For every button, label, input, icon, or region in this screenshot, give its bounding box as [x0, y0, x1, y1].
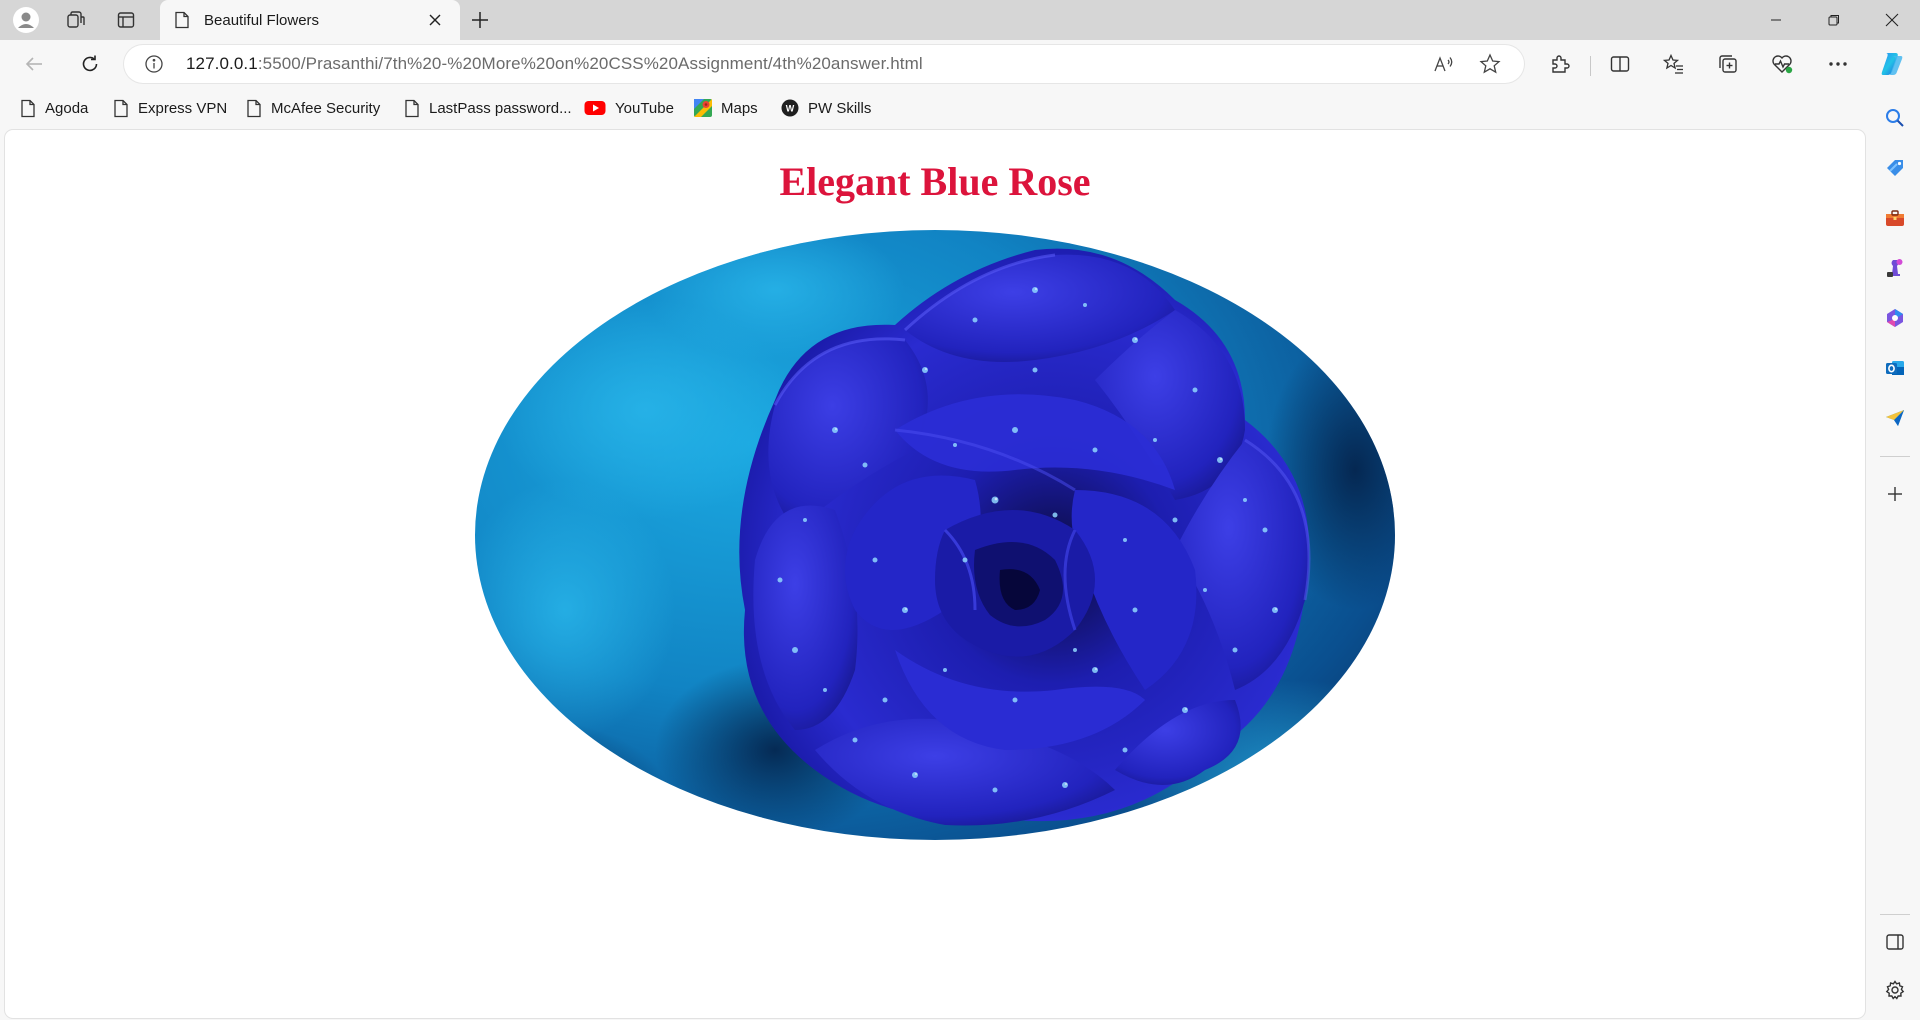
profile-button[interactable] [6, 4, 46, 36]
tab-title: Beautiful Flowers [204, 11, 320, 29]
refresh-button[interactable] [70, 46, 110, 82]
sidebar-panel-icon [1886, 934, 1904, 950]
favorite-pw-skills[interactable]: W PW Skills [781, 94, 871, 122]
favorite-label: YouTube [615, 99, 674, 117]
read-aloud-button[interactable] [1424, 46, 1464, 82]
close-icon [429, 14, 441, 26]
heart-pulse-icon [1772, 55, 1793, 74]
youtube-icon [584, 101, 606, 115]
favorites-bar: Agoda Express VPN McAfee Security LastPa… [0, 88, 1870, 128]
plus-icon [472, 12, 488, 28]
extensions-puzzle-icon [1552, 55, 1570, 73]
copilot-button[interactable] [1872, 46, 1912, 82]
info-icon [145, 55, 163, 73]
favorites-button[interactable] [1654, 46, 1694, 82]
favorite-maps[interactable]: Maps [694, 94, 758, 122]
favorite-label: Maps [721, 99, 758, 117]
tab-actions-icon [117, 12, 135, 28]
sidebar-shopping-button[interactable] [1875, 148, 1915, 188]
star-icon [1479, 53, 1501, 74]
add-favorite-button[interactable] [1470, 46, 1510, 82]
sidebar-add-button[interactable] [1875, 474, 1915, 514]
favorite-express-vpn[interactable]: Express VPN [113, 94, 227, 122]
favorite-mcafee-security[interactable]: McAfee Security [246, 94, 380, 122]
address-bar[interactable]: 127.0.0.1:5500/Prasanthi/7th%20-%20More%… [124, 45, 1524, 83]
favorite-youtube[interactable]: YouTube [584, 94, 674, 122]
workspaces-icon [67, 11, 85, 28]
page-icon [405, 99, 419, 117]
favorite-label: McAfee Security [271, 99, 381, 117]
copilot-icon [1881, 53, 1903, 75]
browser-essentials-button[interactable] [1762, 46, 1802, 82]
page-icon [247, 99, 261, 117]
new-tab-button[interactable] [462, 4, 498, 36]
sidebar-search-button[interactable] [1875, 98, 1915, 138]
shopping-tag-icon [1887, 160, 1903, 176]
blue-rose-image [475, 230, 1395, 840]
blue-rose-illustration [475, 230, 1395, 840]
more-icon [1829, 62, 1847, 66]
toolbar: 127.0.0.1:5500/Prasanthi/7th%20-%20More%… [0, 40, 1920, 88]
page-viewport: Elegant Blue Rose [5, 130, 1865, 1018]
restore-button[interactable] [1806, 0, 1862, 40]
profile-avatar-icon [13, 7, 39, 33]
sidebar-tools-button[interactable] [1875, 198, 1915, 238]
back-button[interactable] [14, 46, 54, 82]
gear-icon [1885, 980, 1905, 1000]
close-icon [1885, 13, 1899, 27]
url-text[interactable]: 127.0.0.1:5500/Prasanthi/7th%20-%20More%… [186, 54, 923, 74]
search-icon [1886, 109, 1904, 127]
favorite-label: Express VPN [138, 99, 228, 117]
refresh-icon [82, 55, 98, 72]
back-arrow-icon [25, 57, 42, 71]
svg-text:W: W [786, 103, 795, 113]
microsoft365-icon [1887, 309, 1903, 327]
sidebar-games-button[interactable] [1875, 248, 1915, 288]
sidebar-send-button[interactable] [1875, 398, 1915, 438]
site-info-button[interactable] [132, 45, 176, 83]
maps-icon [694, 99, 712, 117]
tab-active[interactable]: Beautiful Flowers [160, 0, 460, 40]
collections-button[interactable] [1708, 46, 1748, 82]
sidebar-outlook-button[interactable] [1875, 348, 1915, 388]
extensions-button[interactable] [1540, 46, 1580, 82]
restore-icon [1828, 15, 1839, 26]
page-icon [21, 99, 35, 117]
minimize-icon [1771, 19, 1781, 21]
favorite-lastpass[interactable]: LastPass password... [404, 94, 572, 122]
favorite-label: LastPass password... [429, 99, 572, 117]
vertical-tabs-button[interactable] [106, 4, 146, 36]
sidebar-m365-button[interactable] [1875, 298, 1915, 338]
page-icon [175, 11, 189, 29]
minimize-button[interactable] [1748, 0, 1804, 40]
outlook-icon [1886, 361, 1904, 375]
paper-plane-icon [1886, 410, 1904, 426]
favorite-label: PW Skills [808, 99, 872, 117]
page-title: Elegant Blue Rose [779, 159, 1091, 204]
close-window-button[interactable] [1864, 0, 1920, 40]
split-screen-icon [1610, 56, 1630, 72]
favorite-agoda[interactable]: Agoda [20, 94, 88, 122]
page-icon [114, 99, 128, 117]
toolbox-icon [1886, 210, 1904, 226]
edge-sidebar [1870, 88, 1920, 1020]
chess-piece-icon [1887, 259, 1903, 277]
hide-sidebar-button[interactable] [1875, 922, 1915, 962]
tab-strip: Beautiful Flowers [0, 0, 1920, 40]
url-host: 127.0.0.1 [186, 54, 258, 73]
read-aloud-icon [1434, 56, 1453, 72]
sidebar-settings-button[interactable] [1875, 970, 1915, 1010]
settings-and-more-button[interactable] [1818, 46, 1858, 82]
workspaces-button[interactable] [56, 4, 96, 36]
plus-icon [1888, 487, 1902, 501]
url-path: :5500/Prasanthi/7th%20-%20More%20on%20CS… [257, 54, 923, 73]
split-screen-button[interactable] [1600, 46, 1640, 82]
favorite-label: Agoda [45, 99, 89, 117]
tab-close-button[interactable] [422, 7, 448, 33]
pw-skills-icon: W [781, 99, 799, 117]
favorites-list-icon [1663, 53, 1683, 74]
collections-icon [1719, 55, 1737, 73]
